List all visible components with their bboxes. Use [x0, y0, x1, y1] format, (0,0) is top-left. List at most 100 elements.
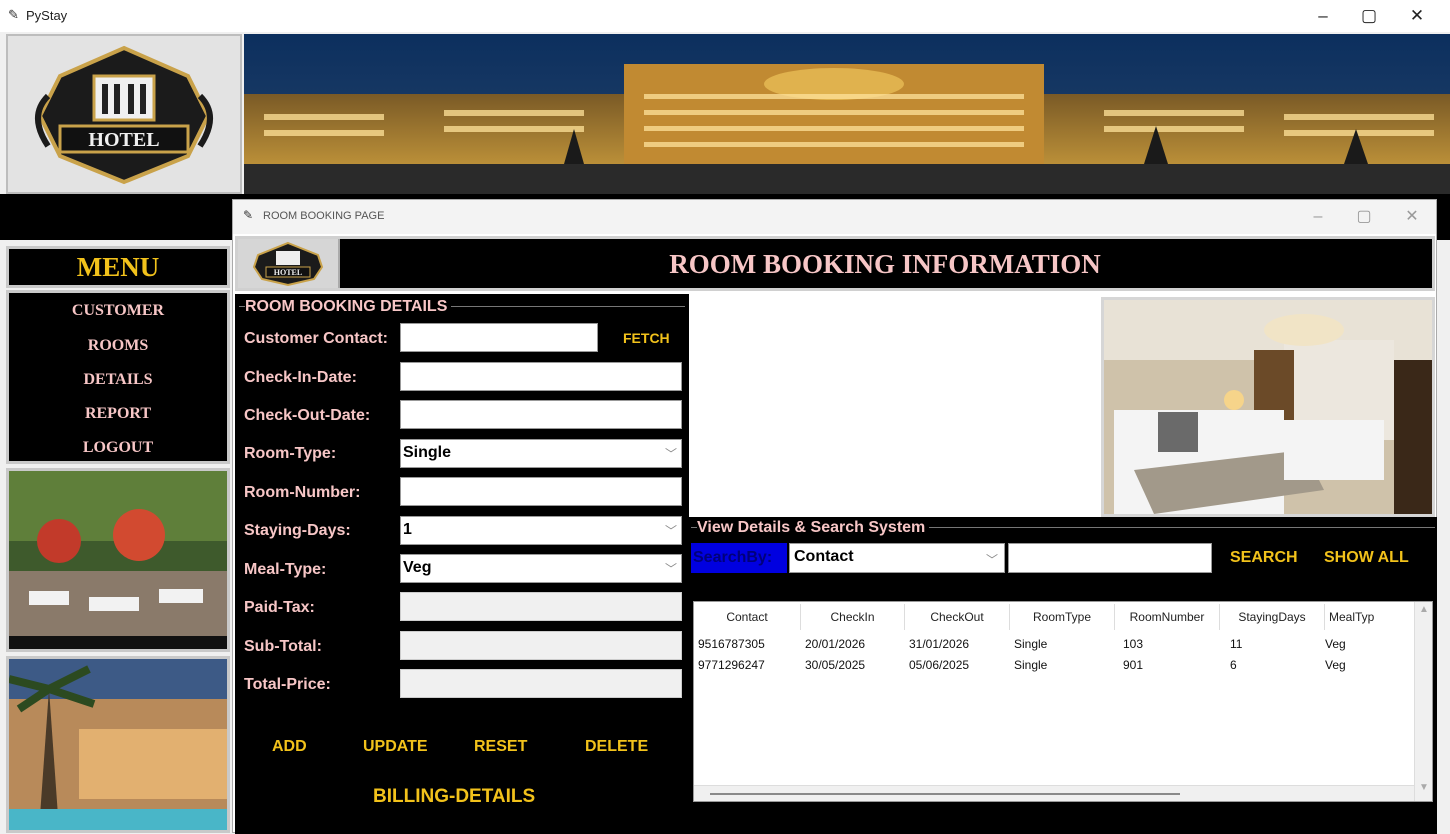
scrollbar-thumb[interactable] — [710, 793, 1180, 795]
table-cell: 103 — [1123, 637, 1144, 651]
table-cell: 6 — [1230, 658, 1237, 672]
vertical-scrollbar[interactable]: ▲ ▼ — [1414, 602, 1432, 801]
billing-details-button[interactable]: BILLING-DETAILS — [373, 786, 535, 808]
booking-header-bar: HOTEL ROOM BOOKING INFORMATION — [235, 236, 1435, 291]
reset-button[interactable]: RESET — [474, 738, 527, 756]
room-number-label: Room-Number: — [244, 484, 361, 501]
menu-item-details[interactable]: DETAILS — [9, 371, 227, 389]
column-header-roomnumber[interactable]: RoomNumber — [1115, 610, 1219, 624]
close-button[interactable]: ✕ — [1400, 4, 1434, 28]
table-cell: 9516787305 — [698, 637, 765, 651]
table-cell: 11 — [1230, 637, 1243, 651]
chevron-down-icon: ﹀ — [985, 553, 998, 567]
maximize-button[interactable]: ▢ — [1352, 4, 1386, 28]
update-button[interactable]: UPDATE — [363, 738, 428, 756]
paid-tax-label: Paid-Tax: — [244, 599, 315, 616]
paid-tax-field — [400, 592, 682, 621]
booking-table: Contact CheckIn CheckOut RoomType RoomNu… — [693, 601, 1433, 802]
menu-item-report[interactable]: REPORT — [9, 405, 227, 423]
table-cell: Single — [1014, 658, 1048, 672]
staying-days-select[interactable]: 1 ﹀ — [400, 516, 682, 545]
menu-list: CUSTOMER ROOMS DETAILS REPORT LOGOUT — [6, 290, 230, 464]
column-header-stayingdays[interactable]: StayingDays — [1220, 610, 1324, 624]
add-button[interactable]: ADD — [272, 738, 307, 756]
table-cell: 9771296247 — [698, 658, 765, 672]
table-cell: Veg — [1325, 637, 1346, 651]
small-logo-text: HOTEL — [274, 268, 302, 277]
main-titlebar: ✎ PyStay – ▢ ✕ — [0, 0, 1450, 32]
hotel-banner-image — [244, 34, 1450, 194]
booking-details-panel: ROOM BOOKING DETAILS Customer Contact: F… — [235, 294, 689, 834]
menu-item-logout[interactable]: LOGOUT — [9, 439, 227, 457]
hotel-logo-icon: HOTEL — [35, 45, 213, 185]
hotel-logo: HOTEL — [6, 34, 242, 194]
chevron-down-icon: ﹀ — [664, 562, 677, 576]
table-cell: 31/01/2026 — [909, 637, 970, 651]
horizontal-scrollbar[interactable] — [694, 785, 1414, 801]
menu-item-rooms[interactable]: ROOMS — [9, 337, 227, 355]
customer-contact-label: Customer Contact: — [244, 330, 389, 347]
search-by-select[interactable]: Contact ﹀ — [789, 543, 1005, 573]
show-all-button[interactable]: SHOW ALL — [1324, 549, 1409, 567]
search-by-label: SearchBy: — [691, 543, 787, 573]
menu-item-customer[interactable]: CUSTOMER — [9, 302, 227, 320]
search-group-title: View Details & Search System — [697, 519, 930, 537]
total-price-label: Total-Price: — [244, 676, 331, 693]
booking-details-group-title: ROOM BOOKING DETAILS — [245, 298, 452, 316]
staying-days-label: Staying-Days: — [244, 522, 351, 539]
child-maximize-button[interactable]: ▢ — [1349, 206, 1379, 228]
room-booking-window: ✎ ROOM BOOKING PAGE – ▢ ✕ HOTEL ROOM BOO… — [232, 199, 1437, 834]
feather-app-icon: ✎ — [8, 7, 19, 22]
column-header-checkout[interactable]: CheckOut — [905, 610, 1009, 624]
logo-text: HOTEL — [88, 129, 159, 151]
scroll-down-icon[interactable]: ▼ — [1419, 782, 1429, 793]
child-window-title: ROOM BOOKING PAGE — [263, 210, 385, 222]
total-price-field — [400, 669, 682, 698]
sub-total-label: Sub-Total: — [244, 638, 322, 655]
small-hotel-logo: HOTEL — [238, 239, 340, 288]
meal-type-select[interactable]: Veg ﹀ — [400, 554, 682, 583]
customer-contact-input[interactable] — [400, 323, 598, 352]
meal-type-label: Meal-Type: — [244, 561, 327, 578]
search-by-value: Contact — [794, 548, 854, 565]
page-title: ROOM BOOKING INFORMATION — [669, 249, 1101, 279]
search-button[interactable]: SEARCH — [1230, 549, 1298, 567]
menu-title: MENU — [76, 252, 160, 282]
table-cell: 901 — [1123, 658, 1144, 672]
child-minimize-button[interactable]: – — [1303, 206, 1333, 228]
meal-type-value: Veg — [403, 559, 432, 576]
sub-total-field — [400, 631, 682, 660]
check-in-date-input[interactable] — [400, 362, 682, 391]
search-system-panel: View Details & Search System SearchBy: C… — [689, 517, 1437, 834]
column-header-roomtype[interactable]: RoomType — [1010, 610, 1114, 624]
staying-days-value: 1 — [403, 521, 412, 538]
table-cell: Single — [1014, 637, 1048, 651]
column-header-mealtype[interactable]: MealTyp — [1325, 610, 1424, 624]
hotel-room-image — [1101, 297, 1435, 517]
search-input[interactable] — [1008, 543, 1212, 573]
fetch-button[interactable]: FETCH — [623, 330, 670, 346]
menu-title-box: MENU — [6, 246, 230, 288]
scroll-up-icon[interactable]: ▲ — [1419, 604, 1429, 615]
room-type-label: Room-Type: — [244, 445, 337, 462]
check-out-date-label: Check-Out-Date: — [244, 407, 371, 424]
app-title: PyStay — [26, 8, 68, 23]
table-cell: 05/06/2025 — [909, 658, 970, 672]
chevron-down-icon: ﹀ — [664, 447, 677, 461]
restaurant-courtyard-image — [6, 468, 230, 652]
room-number-input[interactable] — [400, 477, 682, 506]
delete-button[interactable]: DELETE — [585, 738, 648, 756]
feather-child-icon: ✎ — [243, 208, 254, 222]
pool-palm-image — [6, 656, 230, 833]
child-close-button[interactable]: ✕ — [1397, 206, 1427, 228]
room-type-value: Single — [403, 444, 452, 461]
column-header-checkin[interactable]: CheckIn — [801, 610, 904, 624]
column-header-contact[interactable]: Contact — [694, 610, 800, 624]
check-in-date-label: Check-In-Date: — [244, 369, 357, 386]
table-cell: 20/01/2026 — [805, 637, 866, 651]
table-cell: 30/05/2025 — [805, 658, 866, 672]
table-cell: Veg — [1325, 658, 1346, 672]
room-type-select[interactable]: Single ﹀ — [400, 439, 682, 468]
check-out-date-input[interactable] — [400, 400, 682, 429]
minimize-button[interactable]: – — [1306, 4, 1340, 28]
